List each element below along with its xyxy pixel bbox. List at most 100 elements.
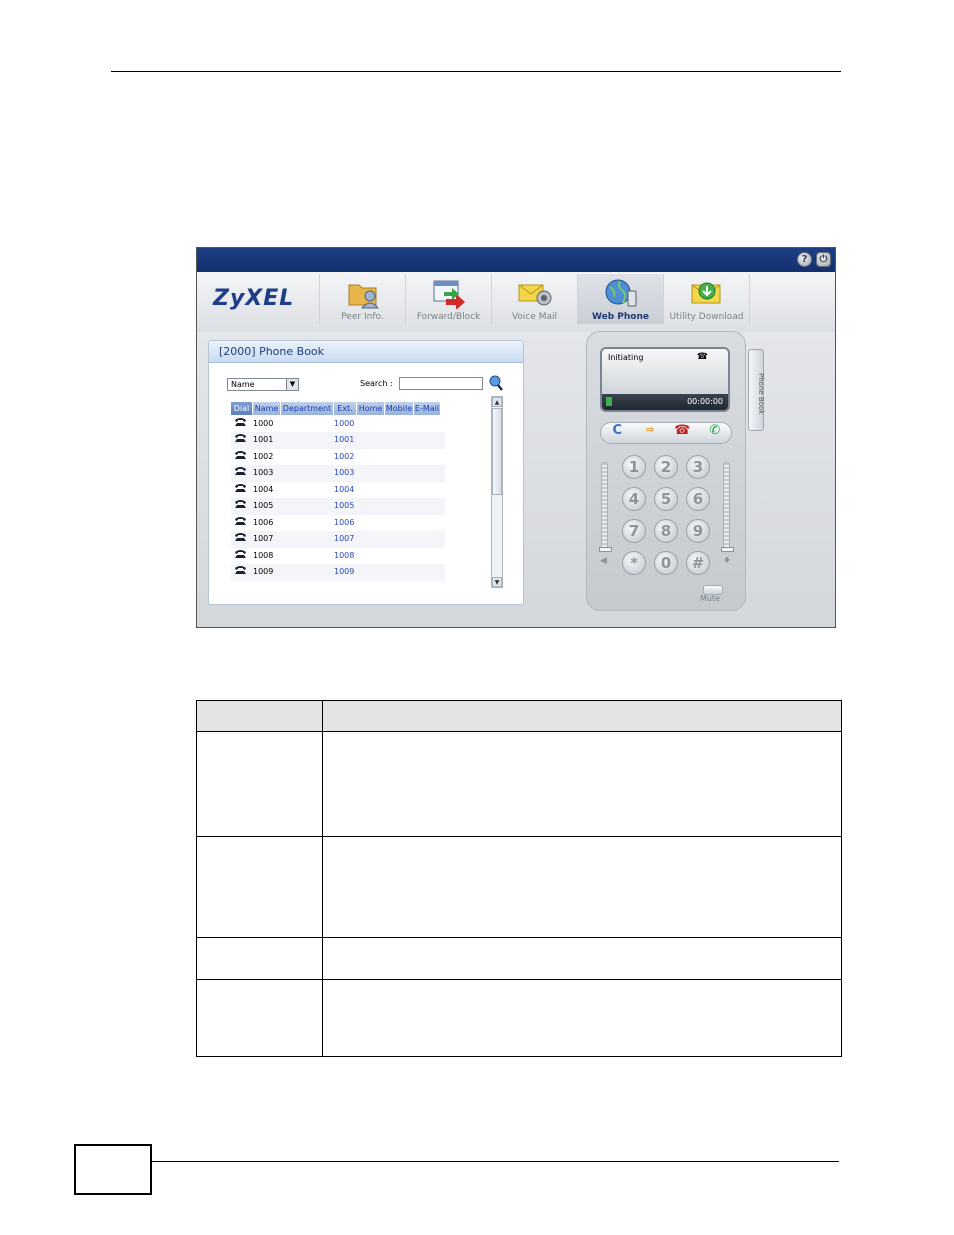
home-cell <box>357 449 385 465</box>
phone-book-title: [2000] Phone Book <box>209 341 523 363</box>
table-row: 1001 1001 <box>231 432 445 449</box>
web-phone: Initiating ☎ 00:00:00 C ⇒ ☎ ✆ ◀ ♦ 1 2 3 … <box>586 331 746 611</box>
key-4[interactable]: 4 <box>622 487 646 511</box>
scroll-thumb[interactable] <box>492 408 502 495</box>
phone-dial-icon[interactable] <box>234 548 247 559</box>
table-row <box>196 979 842 1057</box>
key-3[interactable]: 3 <box>686 455 710 479</box>
name-cell: 1001 <box>253 435 274 445</box>
phone-dial-icon[interactable] <box>234 432 247 443</box>
nav-voice-mail[interactable]: Voice Mail <box>491 274 577 324</box>
email-cell <box>414 482 441 498</box>
key-9[interactable]: 9 <box>686 519 710 543</box>
table-cell <box>196 731 323 837</box>
search-icon[interactable] <box>489 375 503 391</box>
column-header[interactable]: Department <box>281 402 334 415</box>
key-5[interactable]: 5 <box>654 487 678 511</box>
scroll-up-icon[interactable]: ▲ <box>492 397 502 407</box>
ext-cell[interactable]: 1007 <box>334 531 357 547</box>
phone-dial-icon[interactable] <box>234 515 247 526</box>
search-input[interactable] <box>399 377 483 390</box>
page-footer-rule <box>152 1161 839 1162</box>
slider-handle[interactable] <box>721 547 734 552</box>
name-cell: 1008 <box>253 550 274 560</box>
ext-cell[interactable]: 1009 <box>334 564 357 580</box>
ext-cell[interactable]: 1004 <box>334 482 357 498</box>
department-cell <box>281 432 334 448</box>
phone-book-tab[interactable]: Phone Book <box>748 349 765 431</box>
nav-label: Utility Download <box>669 312 744 322</box>
key-0[interactable]: 0 <box>654 551 678 575</box>
answer-button[interactable]: ✆ <box>699 423 732 443</box>
column-header[interactable]: Dial <box>231 402 253 415</box>
table-cell <box>196 937 323 980</box>
hang-up-button[interactable]: ☎ <box>666 423 699 443</box>
column-header[interactable]: Name <box>253 402 281 415</box>
key-2[interactable]: 2 <box>654 455 678 479</box>
transfer-button[interactable]: ⇒ <box>634 423 667 443</box>
ext-cell[interactable]: 1000 <box>334 416 357 432</box>
name-cell: 1009 <box>253 567 274 577</box>
phone-dial-icon[interactable] <box>234 498 247 509</box>
table-cell <box>322 979 842 1057</box>
phone-dial-icon[interactable] <box>234 416 247 427</box>
table-cell <box>322 731 842 837</box>
nav-peer-info[interactable]: Peer Info. <box>319 274 405 324</box>
ext-cell[interactable]: 1008 <box>334 548 357 564</box>
phone-dial-icon[interactable] <box>234 449 247 460</box>
phone-book-rows: 1000 1000 1001 1001 1002 1002 1003 1003 … <box>231 416 445 581</box>
department-cell <box>281 515 334 531</box>
column-header[interactable]: E-Mail <box>414 402 441 415</box>
key-6[interactable]: 6 <box>686 487 710 511</box>
mic-volume-slider[interactable] <box>721 462 734 552</box>
column-header[interactable]: Home <box>357 402 385 415</box>
key-7[interactable]: 7 <box>622 519 646 543</box>
home-cell <box>357 498 385 514</box>
logout-icon[interactable]: ⏻ <box>816 252 831 267</box>
phone-dial-icon[interactable] <box>234 531 247 542</box>
email-cell <box>414 548 441 564</box>
speaker-icon: ◀ <box>600 556 607 566</box>
table-row <box>196 731 842 837</box>
table-header-label <box>196 700 323 732</box>
column-header[interactable]: Ext. <box>334 402 357 415</box>
call-timer: 00:00:00 <box>687 397 723 406</box>
ext-cell[interactable]: 1006 <box>334 515 357 531</box>
column-header[interactable]: Mobile <box>385 402 414 415</box>
key-hash[interactable]: # <box>686 551 710 575</box>
help-icon[interactable]: ? <box>797 252 812 267</box>
table-row: 1004 1004 <box>231 482 445 499</box>
scroll-down-icon[interactable]: ▼ <box>492 577 502 587</box>
nav-web-phone[interactable]: Web Phone <box>577 274 663 324</box>
field-description-table <box>196 700 842 1057</box>
ext-cell[interactable]: 1001 <box>334 432 357 448</box>
key-1[interactable]: 1 <box>622 455 646 479</box>
phone-dial-icon[interactable] <box>234 564 247 575</box>
phone-display: Initiating ☎ 00:00:00 <box>600 347 730 412</box>
signal-icon <box>606 397 612 406</box>
key-star[interactable]: * <box>622 551 646 575</box>
ext-cell[interactable]: 1003 <box>334 465 357 481</box>
mobile-cell <box>385 498 414 514</box>
email-cell <box>414 416 441 432</box>
nav-utility-download[interactable]: Utility Download <box>663 274 749 324</box>
ext-cell[interactable]: 1002 <box>334 449 357 465</box>
call-status: Initiating <box>608 353 644 362</box>
nav-forward-block[interactable]: Forward/Block <box>405 274 491 324</box>
phone-dial-icon[interactable] <box>234 465 247 476</box>
zyxel-logo: ZyXEL <box>213 286 295 311</box>
department-cell <box>281 465 334 481</box>
table-row: 1009 1009 <box>231 564 445 581</box>
chevron-down-icon[interactable]: ▼ <box>286 379 298 390</box>
phone-dial-icon[interactable] <box>234 482 247 493</box>
key-8[interactable]: 8 <box>654 519 678 543</box>
ext-cell[interactable]: 1005 <box>334 498 357 514</box>
clear-button[interactable]: C <box>601 423 634 443</box>
sort-field-select[interactable]: Name ▼ <box>227 378 299 391</box>
speaker-volume-slider[interactable] <box>599 462 612 552</box>
phone-book-scrollbar[interactable]: ▲ ▼ <box>491 396 503 588</box>
voicemail-icon <box>518 284 552 306</box>
department-cell <box>281 482 334 498</box>
email-cell <box>414 465 441 481</box>
slider-handle[interactable] <box>599 547 612 552</box>
